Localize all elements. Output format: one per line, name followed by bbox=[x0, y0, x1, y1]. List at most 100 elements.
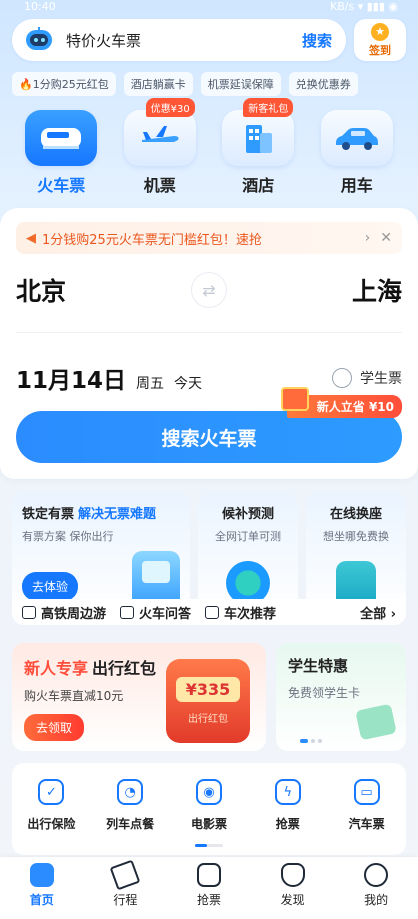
rail-tour-icon bbox=[22, 605, 36, 619]
nav-grab-ticket[interactable]: 抢票 bbox=[179, 863, 239, 919]
feature-title: 在线换座 bbox=[329, 507, 382, 522]
signin-label: 签到 bbox=[369, 43, 391, 57]
feature-title-text: 铁定有票 bbox=[22, 507, 75, 522]
student-label: 学生票 bbox=[360, 371, 402, 387]
promo-title-text: 出行红包 bbox=[92, 659, 157, 678]
promo-banner[interactable]: ◀ 1分钱购25元火车票无门槛红包！速抢 › ✕ bbox=[16, 222, 402, 254]
recommend-icon bbox=[205, 605, 220, 619]
search-train-button[interactable]: 搜索火车票 新人立省 ¥10 bbox=[16, 387, 402, 463]
services-page-indicator bbox=[195, 844, 223, 847]
speaker-icon: ◀ bbox=[26, 230, 36, 246]
home-icon bbox=[29, 863, 54, 887]
service-train-meal[interactable]: ◔ 列车点餐 bbox=[98, 779, 162, 855]
paper-plane-icon bbox=[110, 859, 141, 891]
fire-icon: 🔥 bbox=[19, 78, 33, 91]
chip-label: 1分购25元红包 bbox=[32, 78, 109, 91]
nav-home[interactable]: 首页 bbox=[12, 863, 72, 919]
graduation-cap-icon bbox=[355, 703, 397, 741]
red-envelope-icon: ¥335 出行红包 bbox=[166, 659, 250, 743]
student-promo-sub: 免费领学生卡 bbox=[288, 686, 361, 700]
departure-relative-day: 今天 bbox=[174, 376, 203, 392]
category-label: 火车票 bbox=[37, 176, 86, 195]
bottom-nav: 首页 行程 抢票 发现 我的 bbox=[0, 857, 418, 919]
promo-chips: 🔥1分购25元红包 酒店躺赢卡 机票延误保障 兑换优惠券 bbox=[0, 62, 418, 96]
status-indicators: KB/s ▾ ▮▮▮ ◉ bbox=[330, 0, 398, 12]
new-user-red-packet-card[interactable]: 新人专享 出行红包 购火车票直减10元 去领取 ¥335 出行红包 bbox=[12, 643, 266, 751]
nav-trips[interactable]: 行程 bbox=[95, 859, 155, 919]
swap-cities-icon[interactable]: ⇄ bbox=[191, 272, 227, 308]
newbie-tag-label: 新人立省 ¥10 bbox=[316, 400, 394, 414]
services-grid: ✓ 出行保险 ◔ 列车点餐 ◉ 电影票 ϟ 抢票 ▭ 汽车票 bbox=[12, 763, 406, 855]
chip-redeem-coupon[interactable]: 兑换优惠券 bbox=[288, 72, 358, 96]
shield-icon: ✓ bbox=[38, 779, 65, 805]
close-icon[interactable]: ✕ bbox=[380, 230, 392, 246]
divider bbox=[16, 332, 402, 333]
quick-links: 高铁周边游 火车问答 车次推荐 全部 › bbox=[12, 599, 406, 625]
search-input[interactable]: 特价火车票 bbox=[66, 30, 302, 51]
nav-discover[interactable]: 发现 bbox=[263, 863, 323, 919]
quick-link-train-recommend[interactable]: 车次推荐 bbox=[205, 603, 276, 622]
category-hotel[interactable]: 新客礼包 酒店 bbox=[217, 98, 299, 196]
claim-button[interactable]: 去领取 bbox=[24, 714, 85, 741]
ticket-icon bbox=[196, 863, 221, 887]
status-bar: 10:40 KB/s ▾ ▮▮▮ ◉ bbox=[0, 0, 418, 12]
envelope-label: 出行红包 bbox=[188, 714, 228, 725]
feature-title: 铁定有票 解决无票难题 bbox=[22, 503, 180, 522]
category-train[interactable]: 火车票 bbox=[20, 110, 102, 196]
service-bus-ticket[interactable]: ▭ 汽车票 bbox=[335, 779, 399, 855]
search-button[interactable]: 搜索 bbox=[302, 30, 332, 51]
nav-label: 首页 bbox=[29, 893, 54, 907]
chevron-right-icon[interactable]: › bbox=[365, 230, 371, 246]
try-button[interactable]: 去体验 bbox=[22, 572, 79, 601]
service-travel-insurance[interactable]: ✓ 出行保险 bbox=[19, 779, 83, 855]
feature-sub: 全网订单可测 bbox=[215, 530, 281, 543]
signin-button[interactable]: ★ 签到 bbox=[354, 19, 406, 61]
status-time: 10:40 bbox=[24, 0, 56, 12]
assistant-robot-icon[interactable] bbox=[24, 27, 54, 53]
carousel-dots bbox=[300, 739, 322, 743]
service-grab-ticket[interactable]: ϟ 抢票 bbox=[256, 779, 320, 855]
feature-sub: 想坐哪免费换 bbox=[323, 530, 389, 543]
service-label: 电影票 bbox=[190, 817, 227, 831]
nav-label: 发现 bbox=[280, 893, 305, 907]
promo-title-highlight: 新人专享 bbox=[24, 659, 89, 678]
arrival-city[interactable]: 上海 bbox=[352, 272, 402, 308]
medal-icon: ★ bbox=[371, 22, 389, 41]
departure-weekday: 周五 bbox=[136, 376, 165, 392]
category-badge: 新客礼包 bbox=[243, 98, 294, 117]
hotel-icon bbox=[222, 110, 295, 166]
newbie-savings-tag: 新人立省 ¥10 bbox=[280, 387, 402, 418]
chip-red-packet[interactable]: 🔥1分购25元红包 bbox=[12, 72, 116, 96]
departure-date[interactable]: 11月14日 bbox=[16, 361, 126, 395]
chip-delay-protection[interactable]: 机票延误保障 bbox=[200, 72, 281, 96]
quick-link-rail-tour[interactable]: 高铁周边游 bbox=[22, 603, 106, 622]
quick-link-train-qa[interactable]: 火车问答 bbox=[120, 603, 191, 622]
category-flight[interactable]: 优惠¥30 机票 bbox=[119, 98, 201, 196]
student-ticket-toggle[interactable]: 学生票 bbox=[332, 368, 402, 388]
feature-sub: 有票方案 保你出行 bbox=[22, 530, 114, 543]
service-label: 出行保险 bbox=[27, 817, 76, 831]
nav-label: 行程 bbox=[113, 893, 138, 907]
student-discount-card[interactable]: 学生特惠 免费领学生卡 bbox=[276, 643, 406, 751]
departure-city[interactable]: 北京 bbox=[16, 272, 66, 308]
plane-icon bbox=[123, 110, 196, 166]
quick-link-label: 火车问答 bbox=[139, 606, 192, 622]
bus-icon: ▭ bbox=[353, 779, 380, 805]
chip-hotel-card[interactable]: 酒店躺赢卡 bbox=[123, 72, 193, 96]
category-car[interactable]: 用车 bbox=[316, 110, 398, 196]
meal-icon: ◔ bbox=[117, 779, 144, 805]
feature-highlight: 解决无票难题 bbox=[78, 507, 157, 522]
promo-banner-text: 1分钱购25元火车票无门槛红包！速抢 bbox=[42, 232, 262, 248]
quick-links-all[interactable]: 全部 › bbox=[360, 603, 396, 622]
top-bar: 特价火车票 搜索 ★ 签到 bbox=[0, 12, 418, 62]
search-box[interactable]: 特价火车票 搜索 bbox=[12, 19, 346, 61]
car-icon bbox=[320, 110, 393, 166]
feature-title: 候补预测 bbox=[221, 507, 274, 522]
category-label: 机票 bbox=[143, 176, 176, 195]
train-icon bbox=[25, 110, 98, 166]
nav-profile[interactable]: 我的 bbox=[346, 863, 406, 919]
nav-label: 抢票 bbox=[196, 893, 221, 907]
film-reel-icon: ◉ bbox=[195, 779, 222, 805]
student-radio[interactable] bbox=[332, 368, 352, 388]
gift-icon bbox=[280, 387, 309, 411]
